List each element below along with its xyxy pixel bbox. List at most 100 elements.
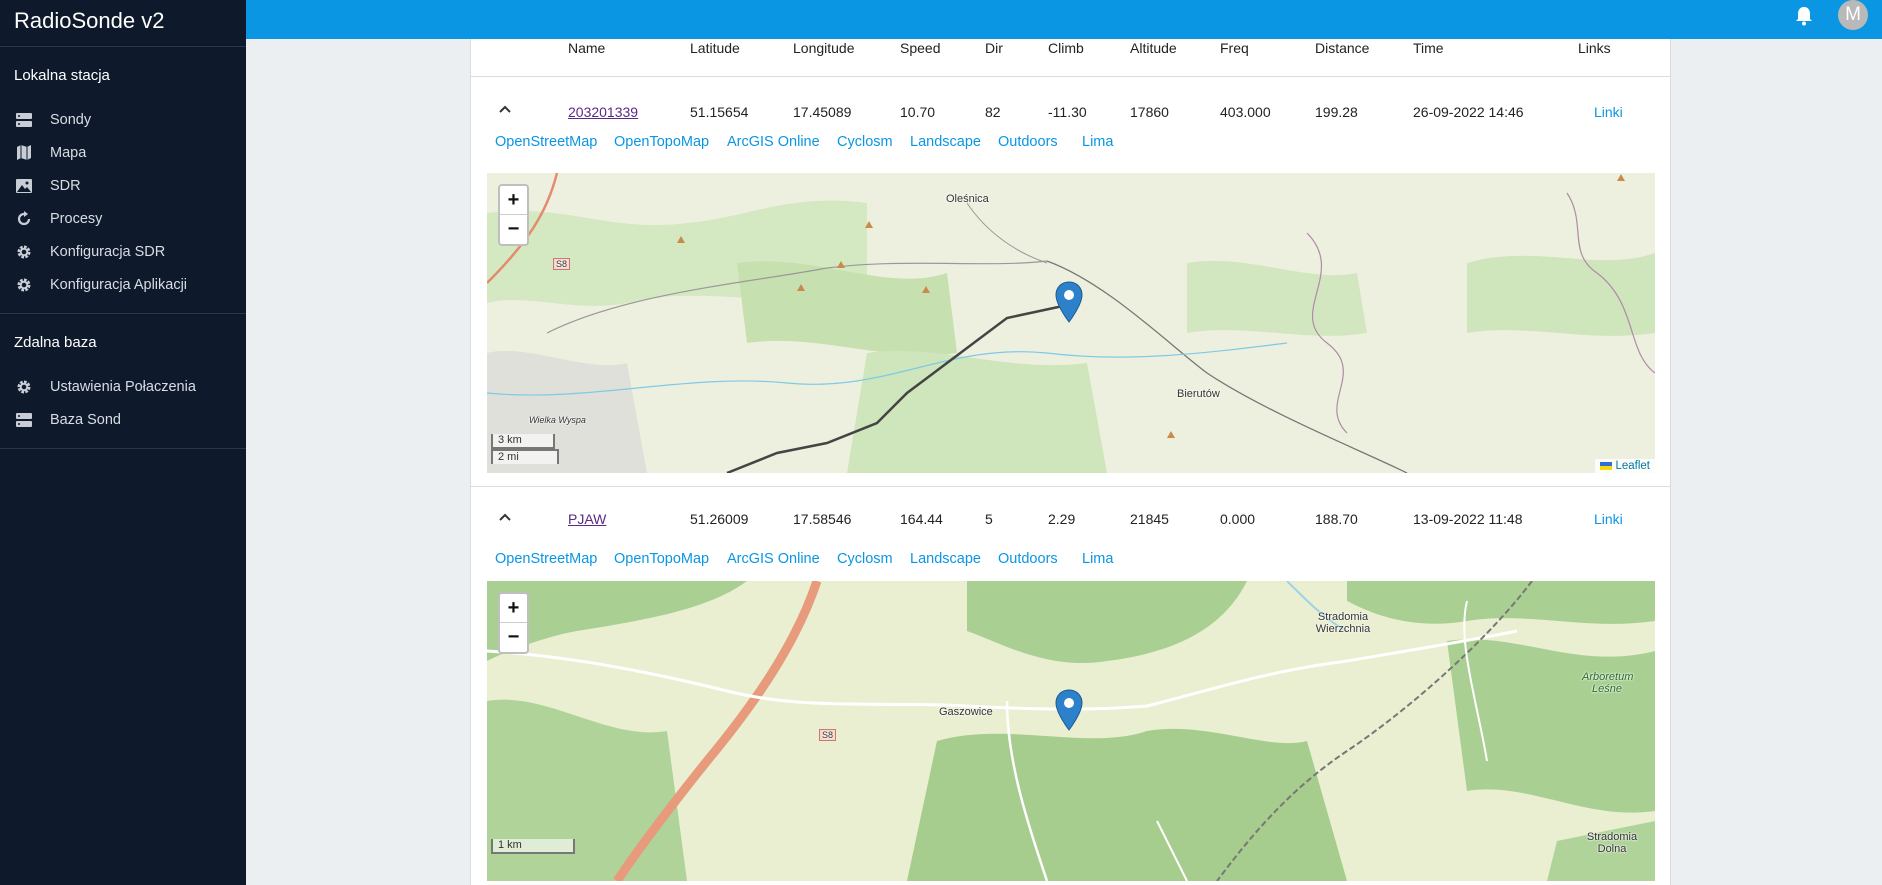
- map-layer-links: OpenStreetMap OpenTopoMap ArcGIS Online …: [471, 115, 1670, 161]
- header-links: Links: [1578, 40, 1611, 56]
- header-latitude: Latitude: [690, 40, 740, 56]
- sidebar-item-label: Sondy: [50, 111, 92, 128]
- map-tiles: [487, 173, 1655, 473]
- map-link-lima[interactable]: Lima: [1082, 134, 1113, 150]
- cell-time: 13-09-2022 11:48: [1413, 511, 1523, 527]
- zoom-in-button[interactable]: +: [500, 594, 527, 623]
- map-link-cyclosm[interactable]: Cyclosm: [837, 551, 893, 567]
- sidebar-item-ustawienia-polaczenia[interactable]: Ustawienia Połaczenia: [0, 370, 246, 403]
- scale-km: 1 km: [491, 839, 575, 854]
- map-link-opentopomap[interactable]: OpenTopoMap: [614, 551, 709, 567]
- header-name: Name: [568, 40, 606, 56]
- header-time: Time: [1413, 40, 1444, 56]
- chevron-up-icon[interactable]: [498, 510, 512, 524]
- map-link-arcgis[interactable]: ArcGIS Online: [727, 134, 820, 150]
- table-row: PJAW 51.26009 17.58546 164.44 5 2.29 218…: [471, 487, 1670, 547]
- sonde-name-link[interactable]: PJAW: [568, 511, 606, 527]
- cell-climb: 2.29: [1048, 511, 1076, 527]
- road-shield: S8: [553, 258, 571, 270]
- place-label: Oleśnica: [946, 193, 989, 205]
- place-label: Arboretum Leśne: [1582, 671, 1634, 695]
- place-label: Gaszowice: [939, 706, 993, 718]
- sidebar: RadioSonde v2 Lokalna stacja Sondy Mapa …: [0, 0, 246, 885]
- image-icon: [14, 178, 34, 194]
- zoom-control: + −: [498, 592, 529, 654]
- map-link-landscape[interactable]: Landscape: [910, 134, 981, 150]
- section-title-remote: Zdalna baza: [14, 334, 97, 351]
- local-station-group: Lokalna stacja Sondy Mapa SDR Procesy Ko…: [0, 47, 246, 314]
- cell-latitude: 51.26009: [690, 511, 749, 527]
- cell-freq: 0.000: [1220, 511, 1256, 527]
- zoom-out-button[interactable]: −: [500, 215, 527, 244]
- header-longitude: Longitude: [793, 40, 855, 56]
- map-layer-links: OpenStreetMap OpenTopoMap ArcGIS Online …: [471, 547, 1670, 581]
- gear-icon: [14, 277, 34, 293]
- sidebar-item-label: Konfiguracja Aplikacji: [50, 276, 188, 293]
- map-link-lima[interactable]: Lima: [1082, 551, 1113, 567]
- sidebar-item-label: Konfiguracja SDR: [50, 243, 166, 260]
- header-dir: Dir: [985, 40, 1003, 56]
- header-climb: Climb: [1048, 40, 1084, 56]
- zoom-out-button[interactable]: −: [500, 623, 527, 652]
- avatar[interactable]: M: [1838, 0, 1868, 30]
- sidebar-item-label: Procesy: [50, 210, 103, 227]
- bell-icon[interactable]: [1794, 5, 1814, 27]
- gear-icon: [14, 379, 34, 395]
- map-view[interactable]: Gaszowice Stradomia Wierzchnia Arboretum…: [487, 581, 1655, 881]
- zoom-control: + −: [498, 184, 529, 246]
- table-row: 203201339 51.15654 17.45089 10.70 82 -11…: [471, 77, 1670, 120]
- map-link-openstreetmap[interactable]: OpenStreetMap: [495, 551, 597, 567]
- chevron-up-icon[interactable]: [498, 102, 512, 116]
- place-label: Stradomia Dolna: [1586, 831, 1638, 855]
- cell-distance: 188.70: [1315, 511, 1358, 527]
- map-link-openstreetmap[interactable]: OpenStreetMap: [495, 134, 597, 150]
- section-title-local: Lokalna stacja: [14, 67, 110, 84]
- cell-speed: 164.44: [900, 511, 943, 527]
- sidebar-item-konfiguracja-aplikacji[interactable]: Konfiguracja Aplikacji: [0, 268, 246, 301]
- header-freq: Freq: [1220, 40, 1249, 56]
- map-link-outdoors[interactable]: Outdoors: [998, 551, 1058, 567]
- sidebar-item-label: Mapa: [50, 144, 87, 161]
- map-icon: [14, 145, 34, 161]
- map-link-landscape[interactable]: Landscape: [910, 551, 981, 567]
- cell-altitude: 21845: [1130, 511, 1169, 527]
- refresh-icon: [14, 210, 34, 227]
- table-header: Name Latitude Longitude Speed Dir Climb …: [471, 39, 1670, 77]
- top-bar: M: [246, 0, 1882, 39]
- row-divider: [471, 473, 1670, 487]
- header-distance: Distance: [1315, 40, 1370, 56]
- map-link-arcgis[interactable]: ArcGIS Online: [727, 551, 820, 567]
- header-speed: Speed: [900, 40, 941, 56]
- sidebar-item-sdr[interactable]: SDR: [0, 169, 246, 202]
- sidebar-item-konfiguracja-sdr[interactable]: Konfiguracja SDR: [0, 235, 246, 268]
- header-altitude: Altitude: [1130, 40, 1177, 56]
- map-attribution[interactable]: Leaflet: [1595, 459, 1655, 473]
- cell-longitude: 17.58546: [793, 511, 852, 527]
- sidebar-item-mapa[interactable]: Mapa: [0, 136, 246, 169]
- place-label: Wielka Wyspa: [529, 415, 586, 425]
- map-link-outdoors[interactable]: Outdoors: [998, 134, 1058, 150]
- sonde-marker-icon[interactable]: [1055, 689, 1083, 731]
- gear-icon: [14, 244, 34, 260]
- map-scale: 3 km 2 mi: [491, 434, 559, 464]
- sidebar-item-sondy[interactable]: Sondy: [0, 103, 246, 136]
- sidebar-item-procesy[interactable]: Procesy: [0, 202, 246, 235]
- app-title: RadioSonde v2: [0, 0, 246, 47]
- sidebar-item-label: Baza Sond: [50, 411, 121, 428]
- scale-km: 3 km: [491, 434, 555, 449]
- map-link-cyclosm[interactable]: Cyclosm: [837, 134, 893, 150]
- cell-dir: 5: [985, 511, 993, 527]
- scale-mi: 2 mi: [491, 449, 559, 464]
- zoom-in-button[interactable]: +: [500, 186, 527, 215]
- remote-db-group: Zdalna baza Ustawienia Połaczenia Baza S…: [0, 314, 246, 449]
- road-shield: S8: [819, 729, 837, 741]
- linki-link[interactable]: Linki: [1594, 511, 1623, 527]
- sidebar-item-baza-sond[interactable]: Baza Sond: [0, 403, 246, 436]
- map-scale: 1 km: [491, 839, 575, 854]
- map-link-opentopomap[interactable]: OpenTopoMap: [614, 134, 709, 150]
- server-icon: [14, 412, 34, 428]
- server-icon: [14, 112, 34, 128]
- map-view[interactable]: Oleśnica Bierutów Wielka Wyspa S8 + − 3 …: [487, 173, 1655, 473]
- sonde-marker-icon[interactable]: [1055, 281, 1083, 323]
- sonde-table: Name Latitude Longitude Speed Dir Climb …: [470, 39, 1671, 885]
